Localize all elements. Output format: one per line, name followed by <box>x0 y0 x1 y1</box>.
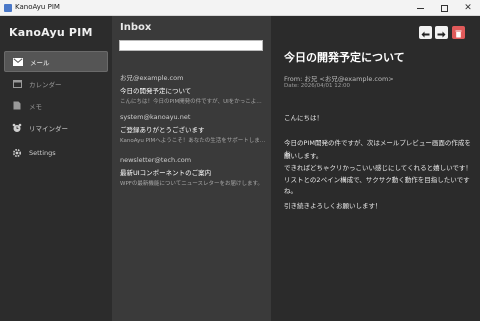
minimize-button[interactable] <box>408 0 432 16</box>
forward-icon <box>437 23 446 42</box>
sidebar-item-label: メモ <box>29 102 42 111</box>
notes-icon <box>10 101 24 110</box>
minimize-icon <box>416 7 424 9</box>
maximize-button[interactable] <box>432 0 456 16</box>
window-title: KanoAyu PIM <box>15 3 60 11</box>
sidebar-item-label: カレンダー <box>29 80 62 89</box>
list-item[interactable]: お兄@example.com 今日の開発予定について こんにちは！今日のPIM開… <box>120 72 266 105</box>
preview-body-line: 引き続きよろしくお願いします！ <box>284 202 382 210</box>
reply-button[interactable] <box>419 26 432 39</box>
mail-snippet: KanoAyu PIMへようこそ！あなたの生活をサポートします。 <box>120 138 266 144</box>
mail-from: system@kanoayu.net <box>120 113 191 121</box>
inbox-title: Inbox <box>120 22 152 33</box>
delete-button[interactable] <box>452 26 465 39</box>
preview-subject: 今日の開発予定について <box>284 51 405 64</box>
preview-from: From: お兄 <お兄@example.com> <box>284 75 394 83</box>
close-button[interactable]: ✕ <box>456 0 480 16</box>
reminder-icon <box>10 123 24 133</box>
sidebar: KanoAyu PIM メール カレンダー メモ リマインダー Settings <box>0 16 112 321</box>
preview-body-line: こんにちは！ <box>284 114 323 122</box>
mail-snippet: こんにちは！今日のPIM開発の件ですが、UIをかっこよく... <box>120 99 266 105</box>
calendar-icon <box>10 79 24 88</box>
preview-body-line: 願いします。 <box>284 152 323 160</box>
preview-pane: 今日の開発予定について From: お兄 <お兄@example.com> Da… <box>271 16 480 321</box>
search-input[interactable] <box>119 40 263 51</box>
mail-subject: ご登録ありがとうございます <box>120 126 205 134</box>
mail-subject: 今日の開発予定について <box>120 87 192 95</box>
sidebar-item-label: リマインダー <box>29 124 68 133</box>
reply-icon <box>421 23 430 42</box>
gear-icon <box>10 148 24 158</box>
mail-from: お兄@example.com <box>120 74 184 82</box>
maximize-icon <box>440 4 448 12</box>
close-icon: ✕ <box>464 3 472 13</box>
sidebar-item-reminder[interactable]: リマインダー <box>4 117 108 138</box>
sidebar-item-settings[interactable]: Settings <box>4 142 108 163</box>
sidebar-item-label: メール <box>30 58 50 67</box>
list-item[interactable]: system@kanoayu.net ご登録ありがとうございます KanoAyu… <box>120 113 266 144</box>
inbox-pane: Inbox お兄@example.com 今日の開発予定について こんにちは！今… <box>112 16 271 321</box>
app-name: KanoAyu PIM <box>9 26 93 39</box>
preview-body-line: リストとの2ペイン構成で、サクサク動く動作を目指したいですね。 <box>284 176 470 195</box>
mail-snippet: WPFの最新機能についてニュースレターをお届けします。 <box>120 181 263 187</box>
mail-from: newsletter@tech.com <box>120 156 192 164</box>
preview-body-line: できればどちゃクリかっこいい感じにしてくれると嬉しいです！ <box>284 164 472 172</box>
forward-button[interactable] <box>435 26 448 39</box>
window-titlebar: KanoAyu PIM ✕ <box>0 0 480 16</box>
sidebar-item-label: Settings <box>29 148 56 157</box>
app-icon <box>4 4 12 12</box>
mail-subject: 最新UIコンポーネントのご案内 <box>120 169 212 177</box>
preview-date: Date: 2026/04/01 12:00 <box>284 83 351 89</box>
trash-icon <box>455 23 462 42</box>
sidebar-item-mail[interactable]: メール <box>4 51 108 72</box>
sidebar-item-notes[interactable]: メモ <box>4 95 108 116</box>
sidebar-item-calendar[interactable]: カレンダー <box>4 73 108 94</box>
mail-icon <box>11 57 25 66</box>
list-item[interactable]: newsletter@tech.com 最新UIコンポーネントのご案内 WPFの… <box>120 156 266 187</box>
